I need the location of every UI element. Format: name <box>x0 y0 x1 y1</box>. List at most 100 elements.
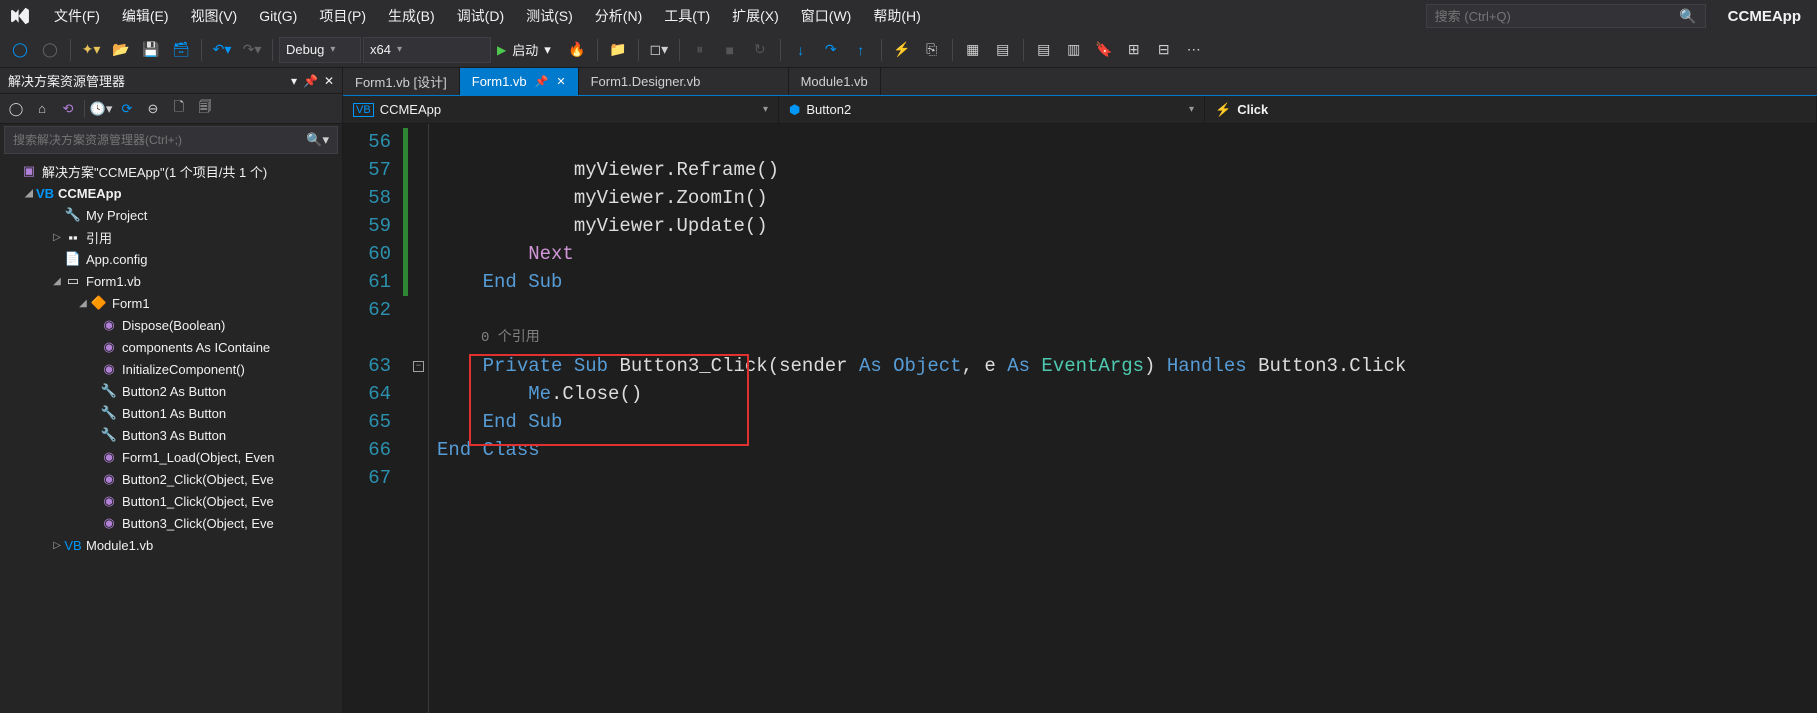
global-search-input[interactable] <box>1435 9 1680 24</box>
step-out-button[interactable]: ↑ <box>847 36 875 64</box>
save-all-button[interactable]: 🗃 <box>167 36 195 64</box>
global-search[interactable]: 🔍 <box>1426 4 1706 28</box>
code-editor[interactable]: 56 57 58 59 60 61 62 63 64 65 66 67 <box>343 124 1817 713</box>
format2-button[interactable]: ⊟ <box>1150 36 1178 64</box>
se-sync-button[interactable]: ⟲ <box>56 97 80 121</box>
tool-a-button[interactable]: ⚡ <box>888 36 916 64</box>
tree-references[interactable]: ▷ ▪▪ 引用 <box>0 226 342 248</box>
tree-form1-vb[interactable]: ◢ ▭ Form1.vb <box>0 270 342 292</box>
open-button[interactable]: 📂 <box>107 36 135 64</box>
menu-edit[interactable]: 编辑(E) <box>112 2 179 30</box>
expander-open-icon[interactable]: ◢ <box>76 298 90 309</box>
tool-b-button[interactable]: ⎘ <box>918 36 946 64</box>
fold-collapse-icon[interactable]: − <box>413 361 424 372</box>
menu-project[interactable]: 项目(P) <box>309 2 376 30</box>
line-number: 59 <box>343 212 403 240</box>
comment-button[interactable]: ▤ <box>1030 36 1058 64</box>
menu-test[interactable]: 测试(S) <box>516 2 583 30</box>
undo-button[interactable]: ↶▾ <box>208 36 236 64</box>
panel-pin-icon[interactable]: 📌 <box>303 74 318 88</box>
save-button[interactable]: 💾 <box>137 36 165 64</box>
method-icon: ◉ <box>100 360 118 378</box>
expander-closed-icon[interactable]: ▷ <box>50 540 64 551</box>
start-debug-button[interactable]: ▶ 启动 ▾ <box>493 37 561 63</box>
se-properties-button[interactable]: 🗐 <box>193 97 217 121</box>
expander-open-icon[interactable]: ◢ <box>50 276 64 287</box>
se-collapse-button[interactable]: ⊖ <box>141 97 165 121</box>
menu-window[interactable]: 窗口(W) <box>791 2 862 30</box>
panel-dropdown-icon[interactable]: ▾ <box>291 74 297 88</box>
solution-explorer-search[interactable]: 🔍▾ <box>4 126 338 154</box>
expander-closed-icon[interactable]: ▷ <box>50 232 64 243</box>
menu-file[interactable]: 文件(F) <box>44 2 110 30</box>
menu-tools[interactable]: 工具(T) <box>654 2 720 30</box>
nav-event-dropdown[interactable]: ⚡ Click <box>1205 96 1817 123</box>
close-icon[interactable]: ✕ <box>556 75 565 88</box>
menu-debug[interactable]: 调试(D) <box>447 2 514 30</box>
nav-forward-button[interactable]: ◯ <box>36 36 64 64</box>
tree-button2[interactable]: 🔧 Button2 As Button <box>0 380 342 402</box>
pin-icon[interactable]: 📌 <box>535 75 549 88</box>
nav-project-dropdown[interactable]: VB CCMEApp ▾ <box>343 96 779 123</box>
nav-back-button[interactable]: ◯ <box>6 36 34 64</box>
code-content[interactable]: myViewer.Reframe() myViewer.ZoomIn() myV… <box>429 124 1817 713</box>
tree-components[interactable]: ◉ components As IContaine <box>0 336 342 358</box>
redo-button[interactable]: ↷▾ <box>238 36 266 64</box>
menu-help[interactable]: 帮助(H) <box>863 2 930 30</box>
more-button[interactable]: ⋯ <box>1180 36 1208 64</box>
menu-extensions[interactable]: 扩展(X) <box>722 2 789 30</box>
hot-reload-button[interactable]: 🔥 <box>563 36 591 64</box>
tree-module1[interactable]: ▷ VB Module1.vb <box>0 534 342 556</box>
menu-analyze[interactable]: 分析(N) <box>585 2 652 30</box>
panel-close-icon[interactable]: ✕ <box>324 74 334 88</box>
tree-app-config[interactable]: 📄 App.config <box>0 248 342 270</box>
property-icon: 🔧 <box>100 382 118 400</box>
tree-form1-class[interactable]: ◢ 🔶 Form1 <box>0 292 342 314</box>
platform-dropdown[interactable]: x64 ▾ <box>363 37 491 63</box>
search-icon: 🔍▾ <box>306 132 329 148</box>
solution-explorer-search-input[interactable] <box>13 133 306 147</box>
tree-dispose[interactable]: ◉ Dispose(Boolean) <box>0 314 342 336</box>
layout-button[interactable]: ▦ <box>959 36 987 64</box>
browse-button[interactable]: 📁 <box>604 36 632 64</box>
tree-solution-node[interactable]: ▣ 解决方案"CCMEApp"(1 个项目/共 1 个) <box>0 160 342 182</box>
step-over-button[interactable]: ↷ <box>817 36 845 64</box>
tree-project-node[interactable]: ◢ VB CCMEApp <box>0 182 342 204</box>
tab-module1[interactable]: Module1.vb <box>789 68 881 95</box>
tree-label: Button2_Click(Object, Eve <box>122 472 274 487</box>
tree-button1[interactable]: 🔧 Button1 As Button <box>0 402 342 424</box>
codelens[interactable]: 0 个引用 <box>437 324 1817 352</box>
tab-form1-vb[interactable]: Form1.vb 📌 ✕ <box>460 68 579 95</box>
step-into-button[interactable]: ↓ <box>787 36 815 64</box>
tree-button2-click[interactable]: ◉ Button2_Click(Object, Eve <box>0 468 342 490</box>
tree-init-component[interactable]: ◉ InitializeComponent() <box>0 358 342 380</box>
tree-button3-click[interactable]: ◉ Button3_Click(Object, Eve <box>0 512 342 534</box>
se-back-button[interactable]: ◯ <box>4 97 28 121</box>
configuration-dropdown[interactable]: Debug ▾ <box>279 37 361 63</box>
tab-label: Form1.vb [设计] <box>355 72 447 91</box>
tab-form1-design[interactable]: Form1.vb [设计] <box>343 68 460 95</box>
menu-build[interactable]: 生成(B) <box>378 2 445 30</box>
tree-label: CCMEApp <box>58 186 122 201</box>
menu-git[interactable]: Git(G) <box>249 4 307 28</box>
layout2-button[interactable]: ▤ <box>989 36 1017 64</box>
code-line: Next <box>437 240 1817 268</box>
se-home-button[interactable]: ⌂ <box>30 97 54 121</box>
se-showall-button[interactable]: 🗋 <box>167 97 191 121</box>
preview-button[interactable]: ◻▾ <box>645 36 673 64</box>
uncomment-button[interactable]: ▥ <box>1060 36 1088 64</box>
nav-object-dropdown[interactable]: ⬢ Button2 ▾ <box>779 96 1205 123</box>
se-refresh-button[interactable]: ⟳ <box>115 97 139 121</box>
new-item-button[interactable]: ✦▾ <box>77 36 105 64</box>
menu-view[interactable]: 视图(V) <box>181 2 248 30</box>
expander-open-icon[interactable]: ◢ <box>22 188 36 199</box>
tree-button3[interactable]: 🔧 Button3 As Button <box>0 424 342 446</box>
nav-project-label: CCMEApp <box>380 102 441 117</box>
bookmark-button[interactable]: 🔖 <box>1090 36 1118 64</box>
tree-form1-load[interactable]: ◉ Form1_Load(Object, Even <box>0 446 342 468</box>
tree-my-project[interactable]: 🔧 My Project <box>0 204 342 226</box>
se-clock-button[interactable]: 🕓▾ <box>89 97 113 121</box>
tree-button1-click[interactable]: ◉ Button1_Click(Object, Eve <box>0 490 342 512</box>
format-button[interactable]: ⊞ <box>1120 36 1148 64</box>
tab-form1-designer[interactable]: Form1.Designer.vb <box>579 68 789 95</box>
